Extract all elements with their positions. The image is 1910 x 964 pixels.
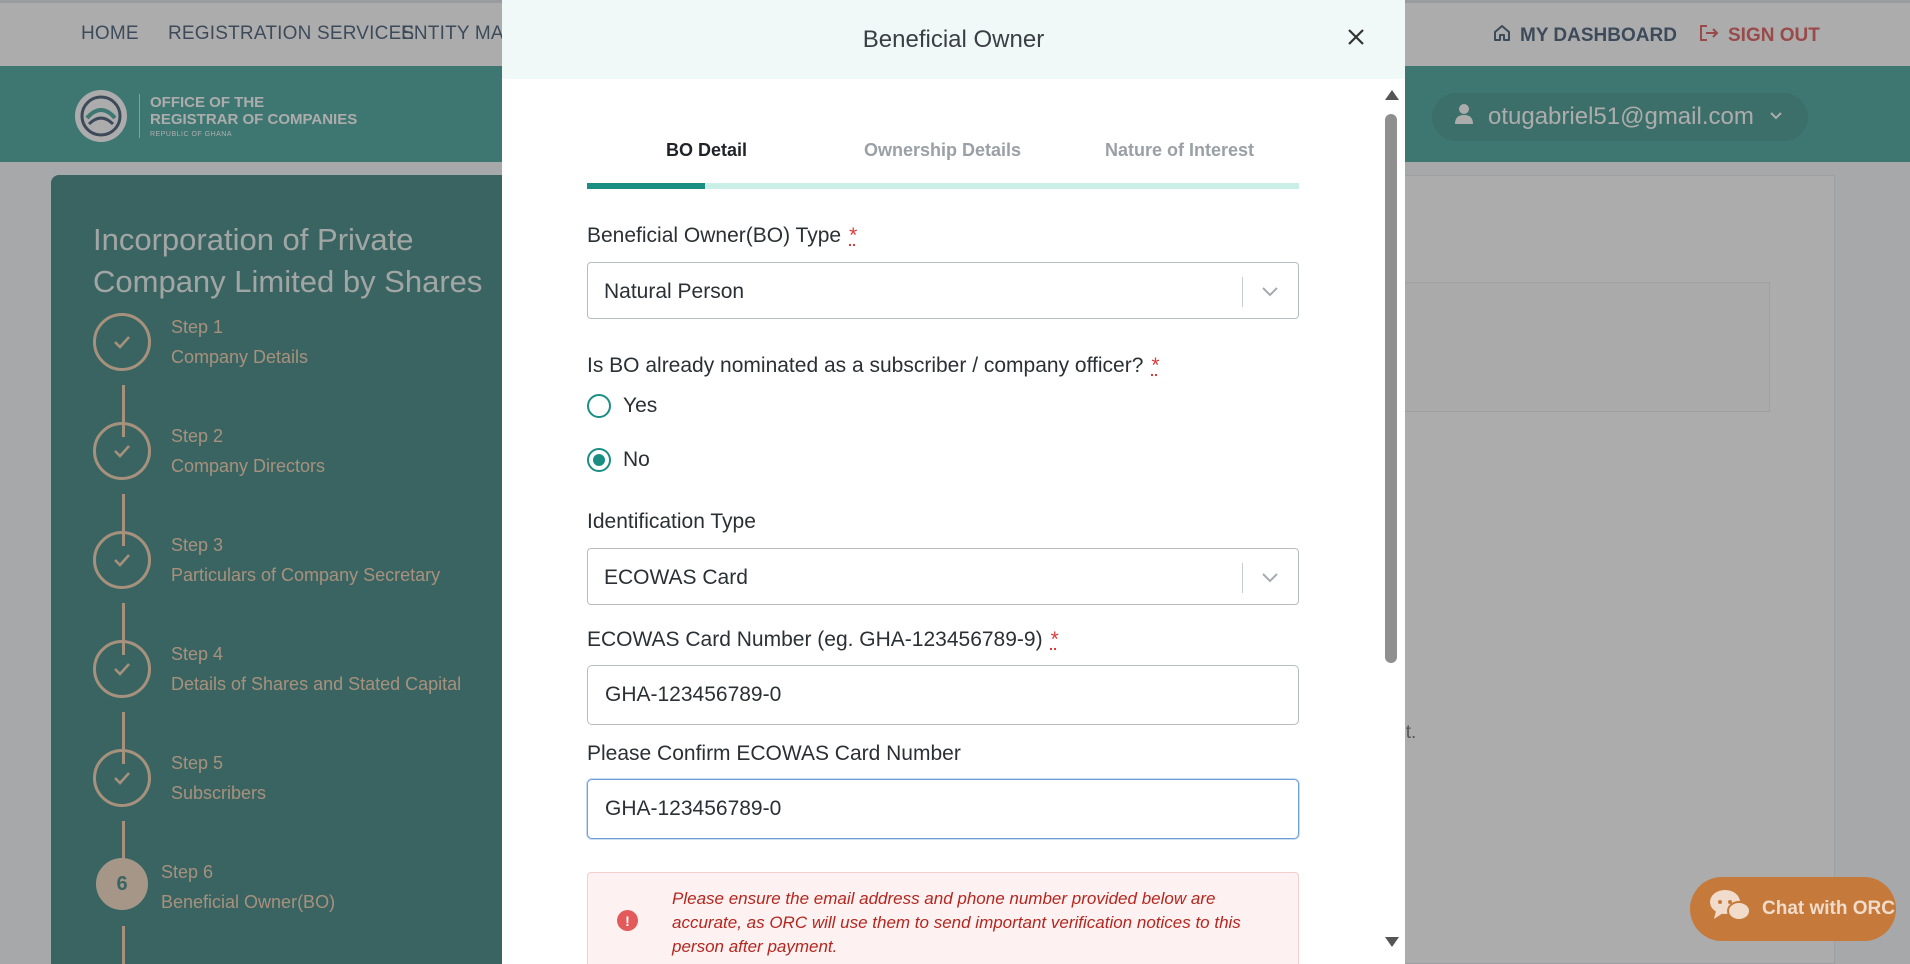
radio-no-label: No	[623, 448, 650, 472]
bo-type-label-text: Beneficial Owner(BO) Type	[587, 224, 841, 247]
radio-yes-label: Yes	[623, 394, 657, 418]
card-number-label-text: ECOWAS Card Number (eg. GHA-123456789-9)	[587, 628, 1043, 651]
confirm-card-label: Please Confirm ECOWAS Card Number	[587, 742, 961, 766]
select-divider	[1242, 277, 1243, 307]
nominated-label: Is BO already nominated as a subscriber …	[587, 354, 1160, 378]
tab-progress-indicator	[587, 183, 705, 189]
radio-dot	[593, 454, 605, 466]
tab-ownership-details[interactable]: Ownership Details	[824, 140, 1061, 161]
modal-header: Beneficial Owner	[502, 0, 1405, 79]
tab-nature-of-interest[interactable]: Nature of Interest	[1061, 140, 1298, 161]
bo-type-select[interactable]: Natural Person	[587, 262, 1299, 319]
bo-type-label: Beneficial Owner(BO) Type *	[587, 224, 857, 248]
alert-message: Please ensure the email address and phon…	[672, 887, 1272, 959]
required-mark: *	[1151, 354, 1159, 377]
select-divider	[1242, 563, 1243, 593]
modal-scrollbar[interactable]	[1382, 86, 1400, 952]
radio-no[interactable]: No	[587, 448, 650, 472]
modal-tabs: BO Detail Ownership Details Nature of In…	[587, 136, 1299, 190]
chat-bubbles-icon	[1708, 886, 1752, 932]
scrollbar-thumb[interactable]	[1385, 114, 1397, 663]
tab-bo-detail[interactable]: BO Detail	[587, 140, 824, 161]
chevron-down-icon[interactable]	[1258, 565, 1282, 589]
radio-yes[interactable]: Yes	[587, 394, 657, 418]
chat-with-orc-button[interactable]: Chat with ORC	[1690, 877, 1896, 941]
exclamation-icon: !	[617, 910, 638, 931]
confirm-card-input[interactable]	[587, 779, 1299, 839]
close-button[interactable]	[1339, 22, 1373, 56]
chevron-down-icon[interactable]	[1258, 279, 1282, 303]
card-number-label: ECOWAS Card Number (eg. GHA-123456789-9)…	[587, 628, 1059, 652]
scroll-up-arrow[interactable]	[1385, 90, 1399, 100]
required-mark: *	[1051, 628, 1059, 651]
id-type-select[interactable]: ECOWAS Card	[587, 548, 1299, 605]
chat-label: Chat with ORC	[1762, 898, 1895, 920]
modal-title: Beneficial Owner	[863, 26, 1044, 54]
beneficial-owner-modal: Beneficial Owner BO Detail Ownership Det…	[502, 0, 1405, 964]
id-type-value: ECOWAS Card	[604, 566, 748, 590]
required-mark: *	[849, 224, 857, 247]
id-type-label: Identification Type	[587, 510, 756, 534]
bo-type-value: Natural Person	[604, 280, 744, 304]
verification-notice-alert: ! Please ensure the email address and ph…	[587, 872, 1299, 964]
radio-button-unchecked[interactable]	[587, 394, 611, 418]
card-number-input[interactable]	[587, 665, 1299, 725]
radio-button-checked[interactable]	[587, 448, 611, 472]
nominated-label-text: Is BO already nominated as a subscriber …	[587, 354, 1143, 377]
scroll-down-arrow[interactable]	[1385, 937, 1399, 947]
close-icon	[1346, 27, 1366, 52]
